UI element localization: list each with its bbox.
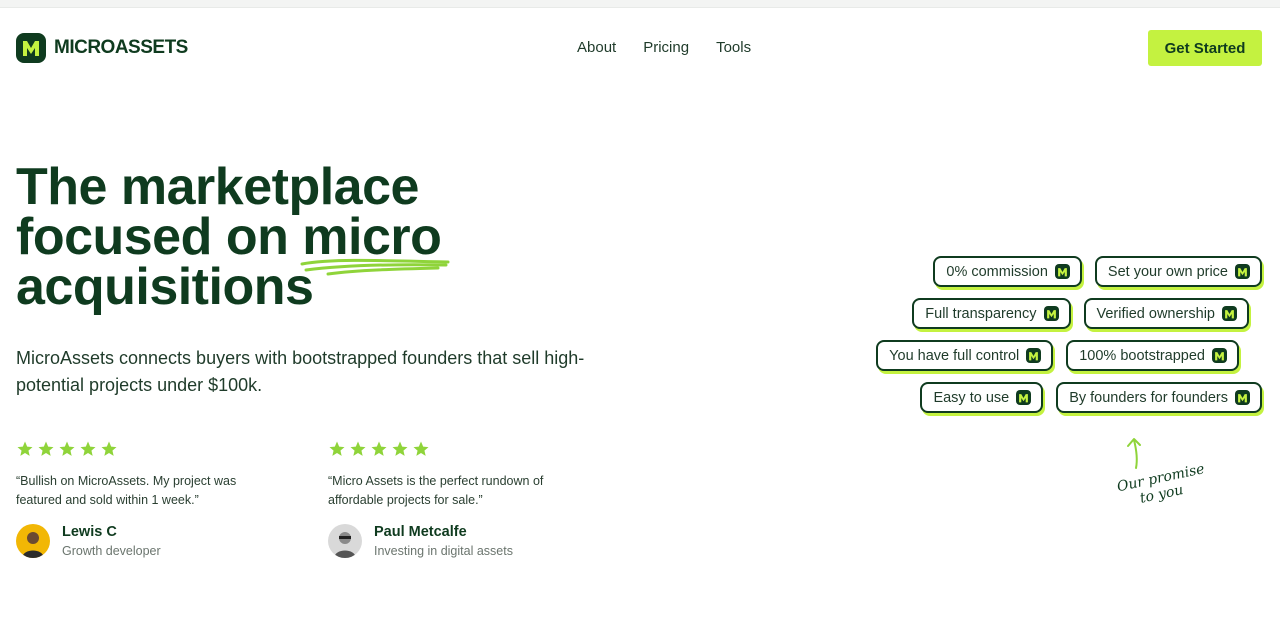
reviewer: Lewis C Growth developer (16, 524, 276, 558)
logo-m-icon (16, 33, 46, 63)
reviewer: Paul Metcalfe Investing in digital asset… (328, 524, 588, 558)
hero-title-highlight: micro (300, 211, 450, 276)
star-rating (328, 440, 588, 460)
chip-row: You have full control 100% bootstrapped (876, 340, 1239, 371)
chip-label: You have full control (889, 347, 1020, 364)
reviewer-name: Paul Metcalfe (374, 524, 467, 540)
review-quote: “Micro Assets is the perfect rundown of … (328, 474, 544, 507)
chip-label: 0% commission (946, 263, 1048, 280)
star-icon (80, 441, 96, 456)
m-badge-icon (1222, 306, 1237, 321)
m-badge-icon (1026, 348, 1042, 363)
hero-title-line-1: The marketplace (16, 158, 419, 216)
star-icon (17, 441, 33, 456)
chip-row: Easy to use By founders for founders (920, 382, 1262, 413)
chip: 100% bootstrapped (1066, 340, 1239, 371)
chip-label: By founders for founders (1069, 389, 1228, 406)
star-icon (101, 441, 117, 456)
m-badge-icon (1235, 390, 1250, 405)
site-header: MICROASSETS About Pricing Tools Get Star… (0, 8, 1280, 88)
chip: Full transparency (912, 298, 1071, 329)
hero-title-line-2: focused on micro (16, 211, 450, 276)
chip-label: Easy to use (933, 389, 1010, 406)
chip: Verified ownership (1083, 298, 1249, 329)
chip: Set your own price (1094, 256, 1262, 287)
chip-label: Verified ownership (1096, 305, 1216, 322)
hero-title: The marketplace focused on micro acquisi… (16, 158, 450, 313)
star-icon (371, 441, 387, 456)
hero-subtitle: MicroAssets connects buyers with bootstr… (16, 348, 585, 395)
chip: 0% commission (933, 256, 1082, 287)
reviewer-role: Growth developer (62, 544, 161, 558)
chip-label: Full transparency (925, 305, 1037, 322)
review-quote: “Bullish on MicroAssets. My project was … (16, 474, 237, 507)
chip-row: 0% commission Set your own price (933, 256, 1262, 287)
m-badge-icon (1043, 306, 1059, 321)
reviewer-name: Lewis C (62, 524, 117, 540)
nav-tools[interactable]: Tools (716, 39, 751, 56)
browser-top-strip (0, 0, 1280, 8)
arrow-up-icon (1127, 438, 1141, 469)
reviewer-role: Investing in digital assets (374, 544, 513, 558)
squiggle-underline-icon (300, 258, 450, 276)
star-icon (59, 441, 75, 456)
star-icon (350, 441, 366, 456)
chip: By founders for founders (1056, 382, 1262, 413)
brand-name: MICROASSETS (54, 37, 188, 58)
star-rating (16, 440, 276, 460)
nav-about[interactable]: About (577, 39, 616, 56)
get-started-button[interactable]: Get Started (1148, 30, 1262, 66)
chip-label: 100% bootstrapped (1079, 347, 1205, 364)
brand-logo[interactable]: MICROASSETS (16, 33, 188, 63)
chip-row: Full transparency Verified ownership (912, 298, 1249, 329)
promise-chips: 0% commission Set your own price Full tr… (876, 256, 1262, 413)
star-icon (329, 441, 345, 456)
promise-annotation: Our promise to you (1110, 436, 1206, 507)
nav-pricing[interactable]: Pricing (643, 39, 689, 56)
avatar (16, 524, 50, 558)
main-nav: About Pricing Tools (577, 39, 751, 56)
avatar (328, 524, 362, 558)
m-badge-icon (1212, 348, 1227, 363)
chip-label: Set your own price (1107, 263, 1228, 280)
review-card: “Bullish on MicroAssets. My project was … (16, 440, 276, 558)
star-icon (38, 441, 54, 456)
m-badge-icon (1235, 264, 1250, 279)
m-badge-icon (1016, 390, 1032, 405)
review-card: “Micro Assets is the perfect rundown of … (328, 440, 588, 558)
star-icon (413, 441, 429, 456)
chip: You have full control (876, 340, 1054, 371)
chip: Easy to use (920, 382, 1044, 413)
m-badge-icon (1054, 264, 1070, 279)
star-icon (392, 441, 408, 456)
